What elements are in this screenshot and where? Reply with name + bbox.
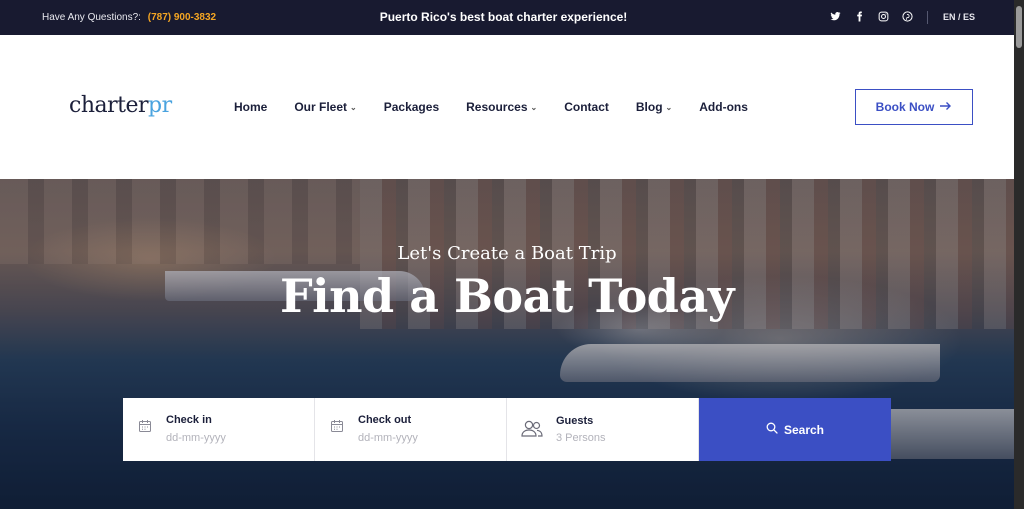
check-out-label: Check out (358, 414, 412, 426)
nav-item-add-ons[interactable]: Add-ons (699, 100, 748, 114)
guests-select[interactable]: 3 Persons (556, 432, 606, 444)
pinterest-icon[interactable] (902, 11, 913, 22)
book-now-button[interactable]: Book Now (855, 89, 973, 125)
calendar-icon (330, 419, 344, 433)
nav-item-label: Our Fleet (294, 100, 348, 114)
site-logo[interactable]: charterpr (69, 93, 172, 118)
search-button[interactable]: Search (699, 398, 891, 461)
facebook-icon[interactable] (854, 11, 865, 22)
instagram-icon[interactable] (878, 11, 889, 22)
scrollbar-track[interactable] (1014, 0, 1024, 509)
guests-field[interactable]: Guests 3 Persons (507, 398, 699, 461)
site-header: charterpr Home Our Fleet ⌄ Packages Resou… (0, 35, 1014, 179)
nav-item-label: Packages (383, 100, 440, 114)
nav-item-home[interactable]: Home (234, 100, 267, 114)
book-now-label: Book Now (875, 100, 935, 114)
nav-item-label: Home (234, 100, 268, 114)
arrow-right-icon (940, 100, 952, 114)
nav-item-packages[interactable]: Packages (384, 100, 439, 114)
nav-item-our-fleet[interactable]: Our Fleet ⌄ (294, 100, 356, 114)
social-links (830, 11, 913, 22)
nav-item-label: Contact (564, 100, 609, 114)
top-bar: Have Any Questions?: (787) 900-3832 Puer… (0, 0, 1014, 35)
hero-section: Let's Create a Boat Trip Find a Boat Tod… (0, 179, 1014, 509)
guests-label: Guests (556, 415, 594, 427)
scrollbar-thumb[interactable] (1016, 6, 1022, 48)
logo-main: charter (69, 93, 149, 118)
chevron-down-icon: ⌄ (350, 102, 357, 112)
nav-item-contact[interactable]: Contact (564, 100, 609, 114)
main-nav: Home Our Fleet ⌄ Packages Resources ⌄ Cont… (234, 100, 775, 114)
twitter-icon[interactable] (830, 11, 841, 22)
check-in-label: Check in (166, 414, 212, 426)
nav-item-blog[interactable]: Blog ⌄ (636, 100, 672, 114)
check-out-field[interactable]: Check out dd-mm-yyyy (315, 398, 507, 461)
hero-subtitle: Let's Create a Boat Trip (397, 243, 617, 264)
search-icon (766, 422, 778, 437)
search-label: Search (783, 422, 825, 437)
check-in-input[interactable]: dd-mm-yyyy (166, 432, 226, 444)
nav-item-resources[interactable]: Resources ⌄ (466, 100, 537, 114)
chevron-down-icon: ⌄ (530, 102, 538, 112)
hero-title: Find a Boat Today (279, 269, 735, 323)
check-in-field[interactable]: Check in dd-mm-yyyy (123, 398, 315, 461)
nav-item-label: Add-ons (699, 100, 748, 114)
language-switch[interactable]: EN / ES (943, 12, 975, 22)
booking-search-form: Check in dd-mm-yyyy Check out dd-mm-yyyy… (123, 398, 892, 461)
divider (927, 11, 928, 24)
logo-accent: pr (148, 93, 172, 118)
nav-item-label: Resources (466, 100, 528, 114)
calendar-icon (138, 419, 152, 433)
chevron-down-icon: ⌄ (665, 102, 673, 112)
users-icon (521, 420, 543, 437)
nav-item-label: Blog (635, 100, 663, 114)
check-out-input[interactable]: dd-mm-yyyy (358, 432, 418, 444)
